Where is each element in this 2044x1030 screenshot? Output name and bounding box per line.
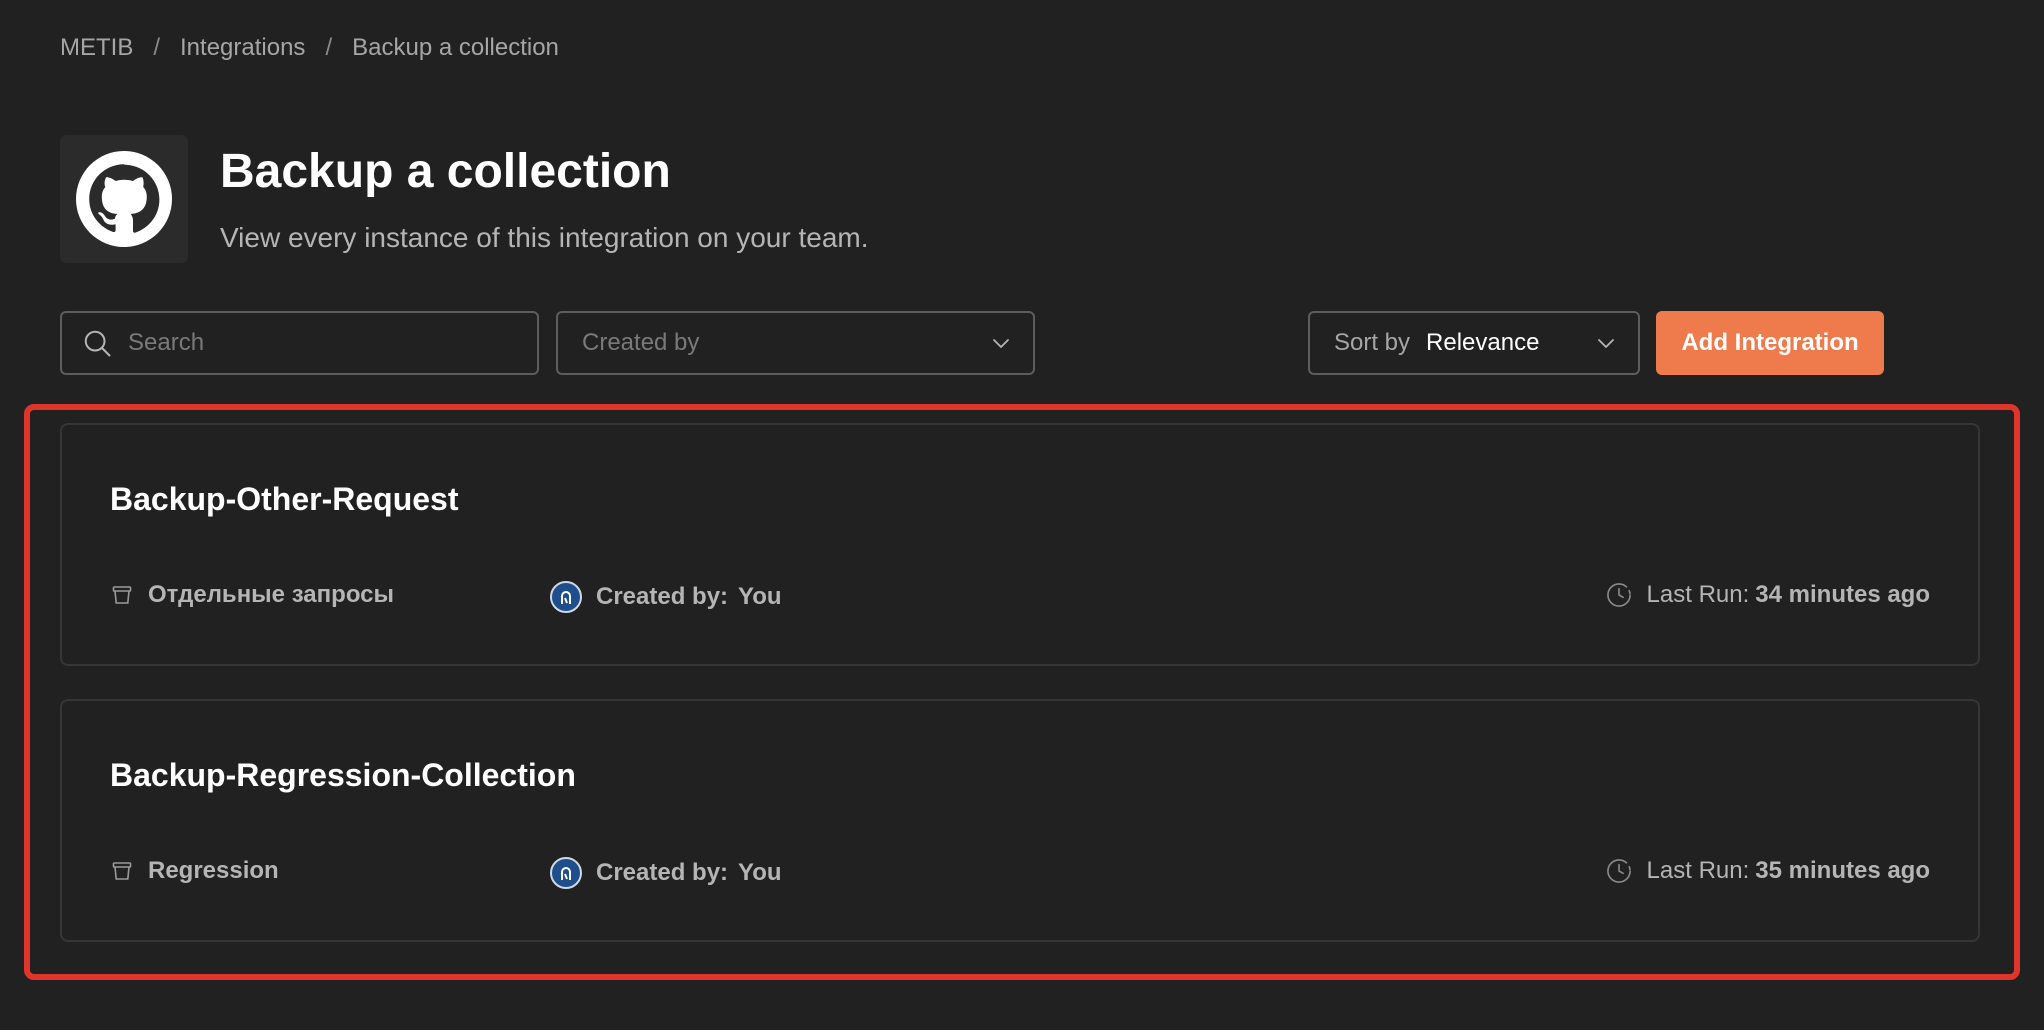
search-icon bbox=[84, 330, 111, 357]
avatar bbox=[550, 857, 582, 889]
collection-name: Regression bbox=[148, 857, 279, 884]
collection-icon bbox=[112, 586, 132, 604]
breadcrumb-separator: / bbox=[325, 34, 333, 61]
last-run-info: Last Run: 34 minutes ago bbox=[1605, 581, 1930, 609]
created-by-value: You bbox=[738, 859, 782, 886]
integration-card[interactable]: Backup-Regression-Collection Regression … bbox=[60, 699, 1980, 942]
chevron-down-icon bbox=[1598, 339, 1614, 348]
sort-dropdown[interactable]: Sort by Relevance bbox=[1308, 311, 1640, 375]
collection-name: Отдельные запросы bbox=[148, 581, 394, 608]
integration-name[interactable]: Backup-Regression-Collection bbox=[110, 757, 576, 794]
chevron-down-icon bbox=[993, 339, 1009, 348]
breadcrumb-item-workspace[interactable]: METIB bbox=[60, 34, 133, 62]
breadcrumb-separator: / bbox=[153, 34, 161, 61]
clock-icon bbox=[1606, 859, 1631, 883]
sort-label: Sort by bbox=[1334, 329, 1411, 356]
user-avatar-icon bbox=[561, 867, 571, 880]
creator-info: Created by: You bbox=[550, 857, 782, 889]
sort-value: Relevance bbox=[1426, 329, 1540, 356]
github-icon bbox=[76, 151, 172, 247]
user-avatar-icon bbox=[561, 591, 571, 604]
add-integration-button[interactable]: Add Integration bbox=[1656, 311, 1884, 375]
integration-logo bbox=[60, 135, 188, 263]
creator-info: Created by: You bbox=[550, 581, 782, 613]
created-by-label: Created by: bbox=[596, 583, 729, 610]
last-run-value: 35 minutes ago bbox=[1755, 857, 1930, 884]
avatar bbox=[550, 581, 582, 613]
page-title: Backup a collection bbox=[220, 145, 671, 198]
last-run-label: Last Run: bbox=[1646, 857, 1750, 884]
created-by-label: Created by: bbox=[596, 859, 729, 886]
clock-icon bbox=[1606, 583, 1631, 607]
breadcrumb-item-current: Backup a collection bbox=[352, 34, 559, 61]
collection-icon bbox=[112, 862, 132, 880]
last-run-label: Last Run: bbox=[1646, 581, 1750, 608]
collection-info: Отдельные запросы bbox=[110, 581, 394, 609]
last-run-info: Last Run: 35 minutes ago bbox=[1605, 857, 1930, 885]
breadcrumb-item-integrations[interactable]: Integrations bbox=[180, 34, 305, 62]
integration-card[interactable]: Backup-Other-Request Отдельные запросы C… bbox=[60, 423, 1980, 666]
search-field[interactable] bbox=[60, 311, 539, 375]
created-by-placeholder: Created by bbox=[582, 329, 700, 356]
last-run-value: 34 minutes ago bbox=[1755, 581, 1930, 608]
search-input[interactable] bbox=[126, 328, 510, 358]
integration-instances-page: METIB / Integrations / Backup a collecti… bbox=[0, 0, 2044, 1030]
integration-name[interactable]: Backup-Other-Request bbox=[110, 481, 459, 518]
collection-info: Regression bbox=[110, 857, 279, 885]
created-by-value: You bbox=[738, 583, 782, 610]
breadcrumb: METIB / Integrations / Backup a collecti… bbox=[60, 34, 559, 62]
created-by-dropdown[interactable]: Created by bbox=[556, 311, 1035, 375]
page-subtitle: View every instance of this integration … bbox=[220, 222, 869, 253]
